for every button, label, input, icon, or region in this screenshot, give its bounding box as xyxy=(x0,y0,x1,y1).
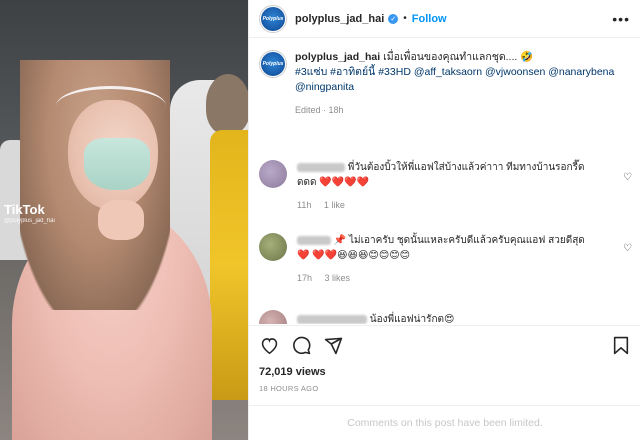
caption-username[interactable]: polyplus_jad_hai xyxy=(295,51,380,63)
separator-dot: • xyxy=(403,13,407,24)
comment-bubble-icon[interactable] xyxy=(291,335,311,355)
avatar[interactable]: Polyplus xyxy=(259,50,287,78)
post-video[interactable]: TikTok @polyplus_jad_hai xyxy=(0,0,248,440)
follow-button[interactable]: Follow xyxy=(412,13,447,25)
comment-likes[interactable]: 3 likes xyxy=(325,273,351,283)
instagram-post-view: TikTok @polyplus_jad_hai Polyplus polypl… xyxy=(0,0,640,440)
edited-timestamp: Edited · 18h xyxy=(295,105,344,115)
headband xyxy=(56,86,166,126)
comment-time: 17h xyxy=(297,273,313,283)
hashtag[interactable]: #33HD xyxy=(378,66,411,78)
view-count[interactable]: 72,019 views xyxy=(259,366,631,378)
caption-body: polyplus_jad_hai เมื่อเพื่อนของคุณทำแลกช… xyxy=(295,50,625,118)
mention[interactable]: @vjwoonsen xyxy=(485,66,545,78)
comment-body: พี่วันต้องบิ้วให้พี่แอฟใส่บ้างแล้วค่าาา … xyxy=(297,160,597,213)
mention[interactable]: @ningpanita xyxy=(295,81,354,93)
comment-meta: 11h 1 like xyxy=(297,198,597,213)
blurred-username xyxy=(297,314,367,324)
verified-badge-icon: ✓ xyxy=(388,13,399,24)
action-bar xyxy=(259,334,631,356)
post-detail-panel: Polyplus polyplus_jad_hai ✓ • Follow •••… xyxy=(248,0,640,440)
tiktok-logo: TikTok xyxy=(4,202,45,217)
hands xyxy=(98,200,144,240)
comment-meta: 17h 3 likes xyxy=(297,271,597,286)
comment: 📌 ไม่เอาครับ ชุดนั้นแหละครับดีแล้วครับคุ… xyxy=(249,233,607,286)
save-bookmark-icon[interactable] xyxy=(611,335,631,355)
post-header: Polyplus polyplus_jad_hai ✓ • Follow ••• xyxy=(249,0,640,38)
mention[interactable]: @aff_taksaorn xyxy=(414,66,482,78)
avatar[interactable] xyxy=(259,310,287,324)
comment-body: 📌 ไม่เอาครับ ชุดนั้นแหละครับดีแล้วครับคุ… xyxy=(297,233,597,286)
caption-text: เมื่อเพื่อนของคุณทำแลกชุด.... 🤣 xyxy=(383,51,534,63)
post-caption: Polyplus polyplus_jad_hai เมื่อเพื่อนของ… xyxy=(249,38,640,118)
comment: น้องพี่แอฟน่ารักต😍 xyxy=(249,310,607,324)
comment-text: น้องพี่แอฟน่ารักต😍 xyxy=(369,314,455,324)
hashtag[interactable]: #3แซ่บ xyxy=(295,66,327,78)
like-heart-icon[interactable] xyxy=(259,335,279,355)
like-comment-heart-icon[interactable]: ♡ xyxy=(623,172,632,183)
comment-likes[interactable]: 1 like xyxy=(324,200,345,210)
tiktok-handle: @polyplus_jad_hai xyxy=(4,218,55,224)
mention[interactable]: @nanarybena xyxy=(548,66,614,78)
background-person-head xyxy=(206,74,248,134)
avatar[interactable]: Polyplus xyxy=(259,4,287,33)
comments-limited-notice: Comments on this post have been limited. xyxy=(249,405,640,440)
hashtag[interactable]: #อาทิตย์นี้ xyxy=(330,66,375,78)
share-paper-plane-icon[interactable] xyxy=(323,335,343,355)
comment: พี่วันต้องบิ้วให้พี่แอฟใส่บ้างแล้วค่าาา … xyxy=(249,160,607,213)
post-actions: 72,019 views 18 HOURS AGO xyxy=(249,325,640,393)
comment-text: 📌 ไม่เอาครับ ชุดนั้นแหละครับดีแล้วครับคุ… xyxy=(297,235,585,261)
face-mask xyxy=(84,138,150,190)
yellow-jacket xyxy=(210,130,248,400)
post-timestamp[interactable]: 18 HOURS AGO xyxy=(259,384,631,393)
blurred-username xyxy=(297,235,331,245)
blurred-username xyxy=(297,162,345,172)
avatar[interactable] xyxy=(259,160,287,188)
avatar-logo: Polyplus xyxy=(261,6,285,31)
tiktok-watermark: TikTok @polyplus_jad_hai xyxy=(4,202,55,226)
comment-body: น้องพี่แอฟน่ารักต😍 xyxy=(297,310,597,324)
like-comment-heart-icon[interactable]: ♡ xyxy=(623,243,632,254)
avatar-logo: Polyplus xyxy=(261,52,285,76)
username[interactable]: polyplus_jad_hai xyxy=(295,13,384,25)
comment-time: 11h xyxy=(297,200,312,210)
avatar[interactable] xyxy=(259,233,287,261)
more-options-icon[interactable]: ••• xyxy=(612,11,630,27)
